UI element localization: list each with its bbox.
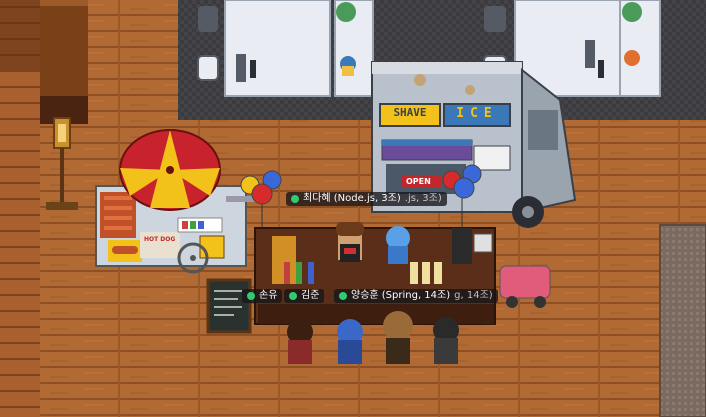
menu-board bbox=[206, 278, 252, 334]
game-map[interactable] bbox=[0, 0, 706, 417]
avatar-4 bbox=[433, 317, 459, 364]
player-name: 김준 bbox=[301, 290, 320, 301]
cart-sign: HOT DOG bbox=[144, 236, 176, 243]
player-label-yang[interactable]: 양승훈 (Spring, 14조) g, 14조) bbox=[334, 289, 498, 303]
player-name-overlap: g, 14조) bbox=[454, 290, 493, 301]
rug bbox=[659, 224, 706, 417]
player-name: 손유 bbox=[259, 290, 278, 301]
avatar-2 bbox=[337, 319, 363, 364]
truck-sign-left: SHAVE bbox=[393, 106, 427, 119]
player-label-son[interactable]: 손유 bbox=[242, 289, 283, 303]
online-status-icon bbox=[247, 292, 255, 300]
online-status-icon bbox=[339, 292, 347, 300]
player-name: 최다혜 (Node.js, 3조) bbox=[303, 193, 401, 204]
game-scene[interactable]: SHAVE ICE OPEN HOT DOG 최다혜 (Node.js, 3조)… bbox=[0, 0, 706, 417]
player-label-kim[interactable]: 김준 bbox=[284, 289, 325, 303]
player-label-choi[interactable]: 최다혜 (Node.js, 3조) .js, 3조) bbox=[286, 192, 447, 206]
avatar-1 bbox=[287, 319, 313, 364]
desk-left bbox=[197, 0, 374, 97]
counter bbox=[254, 227, 496, 325]
player-avatar-choi bbox=[336, 222, 364, 262]
truck-open-sign: OPEN bbox=[406, 177, 431, 186]
npc-blue-robot bbox=[386, 226, 410, 264]
player-name: 양승훈 (Spring, 14조) bbox=[351, 290, 451, 301]
wall-column bbox=[40, 0, 88, 100]
player-name-overlap: .js, 3조) bbox=[404, 193, 442, 204]
truck-sign-right: ICE bbox=[456, 106, 498, 121]
umbrella bbox=[119, 129, 221, 211]
online-status-icon bbox=[291, 195, 299, 203]
online-status-icon bbox=[289, 292, 297, 300]
